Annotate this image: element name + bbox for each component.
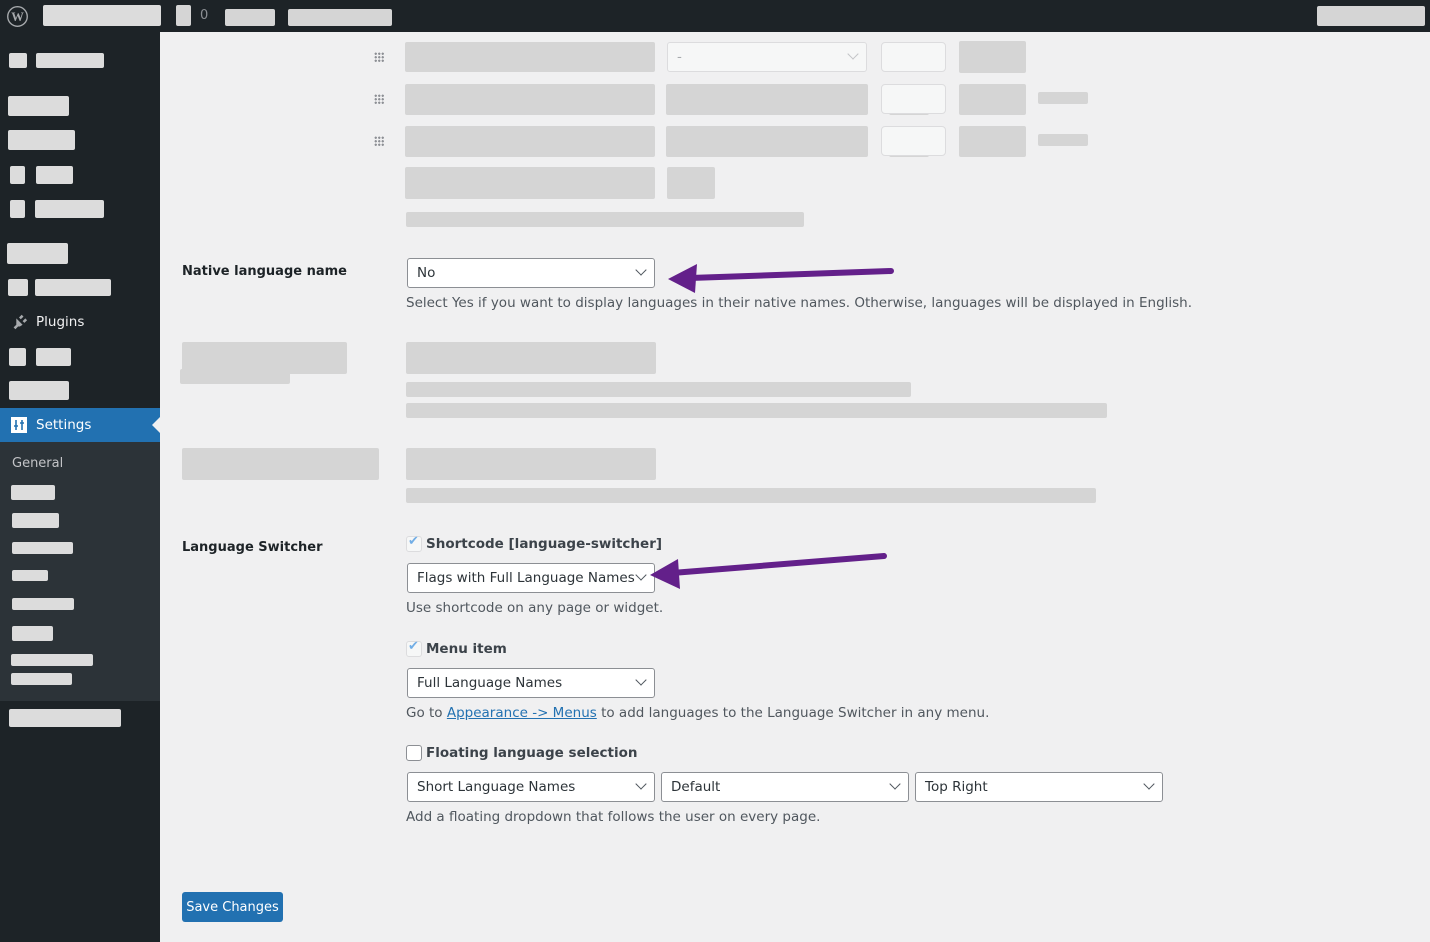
chevron-down-icon — [1143, 778, 1155, 790]
shortcode-label: Shortcode [language-switcher] — [426, 536, 663, 552]
redacted-block — [36, 166, 73, 184]
menu-item-description: Go to Appearance -> Menus to add languag… — [406, 705, 990, 721]
redacted-block — [11, 485, 55, 500]
chevron-down-icon — [889, 778, 901, 790]
language-switcher-label: Language Switcher — [182, 540, 323, 555]
redacted-block — [176, 5, 191, 26]
redacted-block — [9, 709, 121, 727]
wordpress-logo-icon[interactable]: W — [7, 6, 28, 27]
redacted-block — [10, 200, 25, 218]
native-language-select[interactable]: No — [407, 258, 655, 288]
floating-description: Add a floating dropdown that follows the… — [406, 809, 821, 825]
redacted-block — [1038, 134, 1088, 146]
shortcode-format-select[interactable]: Flags with Full Language Names — [407, 563, 655, 593]
redacted-block — [666, 126, 868, 157]
redacted-block — [1038, 92, 1088, 104]
sidebar-item-label: Plugins — [36, 314, 85, 330]
redacted-block — [12, 598, 74, 610]
floating-position-select[interactable]: Top Right — [915, 772, 1163, 802]
redacted-block — [43, 5, 161, 26]
redacted-block — [666, 84, 868, 115]
floating-selection-label: Floating language selection — [426, 745, 638, 761]
redacted-block — [9, 381, 69, 400]
redacted-block — [12, 542, 73, 554]
appearance-menus-link[interactable]: Appearance -> Menus — [447, 705, 597, 721]
language-slug-field[interactable] — [881, 126, 946, 156]
admin-bar: W 0 — [0, 0, 1430, 32]
language-code-select[interactable]: - — [667, 42, 867, 72]
chevron-down-icon — [847, 48, 859, 60]
redacted-block — [959, 84, 1026, 115]
drag-handle-icon[interactable] — [374, 94, 384, 104]
floating-theme-select[interactable]: Default — [661, 772, 909, 802]
redacted-block — [35, 279, 111, 296]
redacted-block — [9, 53, 27, 68]
redacted-block — [406, 382, 911, 397]
chevron-down-icon — [635, 264, 647, 276]
redacted-block — [406, 403, 1107, 418]
comment-count[interactable]: 0 — [200, 8, 208, 23]
redacted-block — [406, 342, 656, 374]
redacted-block — [7, 243, 68, 264]
submenu-general[interactable]: General — [12, 456, 63, 471]
annotation-arrow-native-language — [668, 264, 894, 293]
redacted-block — [12, 626, 53, 641]
sliders-icon — [9, 417, 29, 433]
redacted-block — [405, 167, 655, 199]
redacted-block — [11, 654, 93, 666]
drag-handle-icon[interactable] — [374, 136, 384, 146]
redacted-block — [182, 448, 379, 480]
redacted-block — [225, 9, 275, 26]
menu-item-format-select[interactable]: Full Language Names — [407, 668, 655, 698]
native-language-description: Select Yes if you want to display langua… — [406, 295, 1193, 311]
sidebar-item-settings[interactable]: Settings — [0, 408, 160, 442]
redacted-block — [959, 126, 1026, 157]
language-slug-field[interactable] — [881, 84, 946, 114]
chevron-down-icon — [635, 569, 647, 581]
drag-handle-icon[interactable] — [374, 52, 384, 62]
redacted-block — [180, 369, 290, 384]
plug-icon — [9, 313, 29, 331]
redacted-block — [667, 167, 715, 199]
chevron-down-icon — [635, 674, 647, 686]
redacted-block — [8, 96, 69, 116]
redacted-block — [1317, 6, 1425, 26]
floating-names-select[interactable]: Short Language Names — [407, 772, 655, 802]
redacted-block — [405, 42, 655, 72]
redacted-block — [12, 513, 59, 528]
redacted-block — [10, 166, 25, 184]
redacted-block — [406, 448, 656, 480]
redacted-block — [959, 41, 1026, 73]
redacted-block — [405, 84, 655, 115]
redacted-block — [36, 53, 104, 68]
menu-item-checkbox[interactable] — [406, 639, 422, 657]
redacted-block — [406, 488, 1096, 503]
redacted-block — [9, 348, 26, 366]
menu-item-label: Menu item — [426, 641, 507, 657]
redacted-block — [36, 348, 71, 366]
redacted-block — [406, 212, 804, 227]
native-language-label: Native language name — [182, 264, 347, 279]
svg-text:W: W — [11, 10, 24, 24]
redacted-block — [8, 130, 75, 150]
language-slug-field[interactable] — [881, 42, 946, 72]
save-changes-button[interactable]: Save Changes — [182, 892, 283, 922]
sidebar-item-plugins[interactable]: Plugins — [0, 305, 160, 339]
sidebar-item-label: Settings — [36, 417, 92, 433]
floating-selection-checkbox[interactable] — [406, 745, 422, 761]
shortcode-description: Use shortcode on any page or widget. — [406, 600, 664, 616]
redacted-block — [35, 200, 104, 218]
redacted-block — [405, 126, 655, 157]
annotation-arrow-shortcode — [650, 553, 887, 589]
redacted-block — [11, 673, 72, 685]
redacted-block — [288, 9, 392, 26]
redacted-block — [12, 570, 48, 581]
chevron-down-icon — [635, 778, 647, 790]
shortcode-checkbox[interactable] — [406, 534, 422, 552]
redacted-block — [8, 279, 28, 296]
